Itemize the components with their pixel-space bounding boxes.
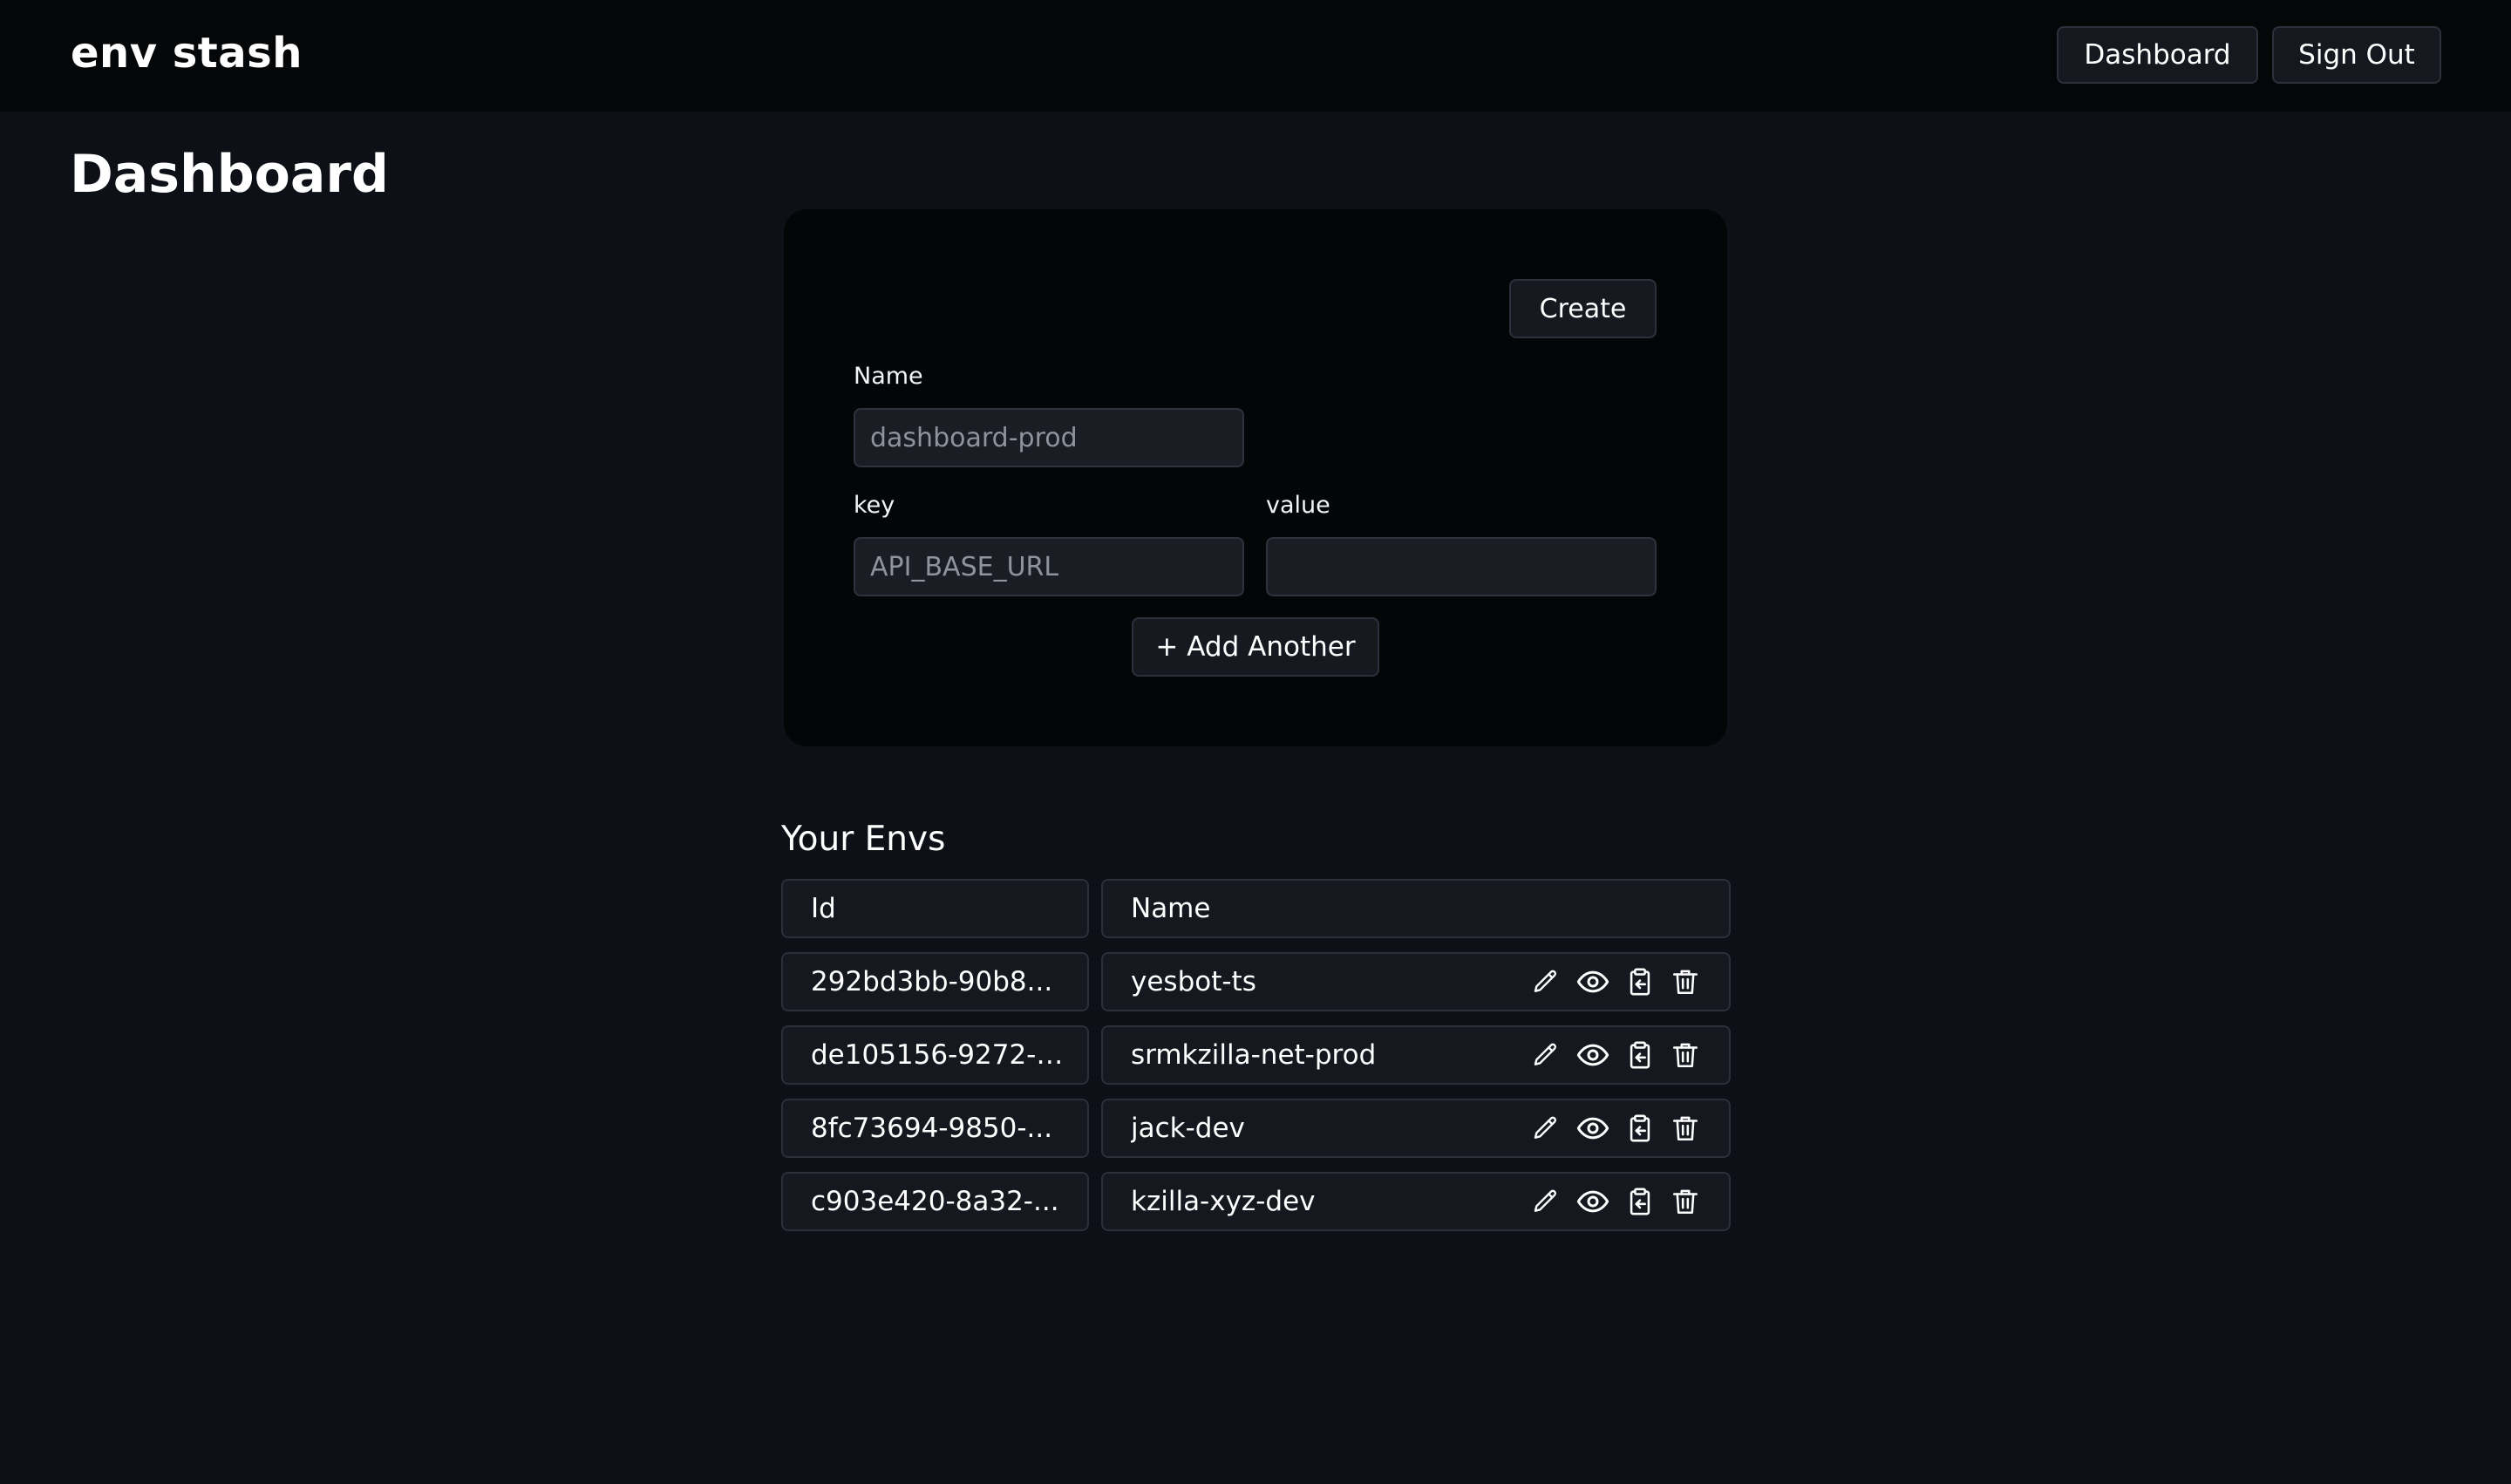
eye-icon[interactable] [1575, 1113, 1610, 1144]
top-navbar: env stash Dashboard Sign Out [0, 0, 2511, 112]
env-name-cell: srmkzilla-net-prod [1101, 1025, 1731, 1085]
value-input[interactable] [1266, 537, 1657, 596]
clipboard-copy-icon[interactable] [1624, 1186, 1656, 1217]
eye-icon[interactable] [1575, 966, 1610, 997]
clipboard-copy-icon[interactable] [1624, 1113, 1656, 1144]
env-id-cell: c903e420-8a32-... [781, 1172, 1089, 1231]
page-title: Dashboard [70, 144, 389, 205]
trash-icon[interactable] [1670, 1113, 1701, 1144]
key-label: key [854, 492, 895, 519]
env-id-cell: 8fc73694-9850-... [781, 1099, 1089, 1158]
trash-icon[interactable] [1670, 1039, 1701, 1071]
trash-icon[interactable] [1670, 966, 1701, 997]
env-id-cell: de105156-9272-4... [781, 1025, 1089, 1085]
pencil-icon[interactable] [1530, 966, 1562, 997]
create-button[interactable]: Create [1509, 279, 1657, 338]
row-actions [1530, 954, 1701, 1010]
clipboard-copy-icon[interactable] [1624, 1039, 1656, 1071]
column-header-name: Name [1101, 879, 1731, 938]
env-name-input[interactable] [854, 408, 1244, 467]
env-name-cell: jack-dev [1101, 1099, 1731, 1158]
sign-out-button[interactable]: Sign Out [2272, 26, 2441, 84]
column-header-id: Id [781, 879, 1089, 938]
create-env-card: Create Name key value + Add Another [784, 209, 1727, 746]
name-label: Name [854, 363, 923, 390]
key-input[interactable] [854, 537, 1244, 596]
value-label: value [1266, 492, 1330, 519]
row-actions [1530, 1027, 1701, 1083]
your-envs-heading: Your Envs [781, 820, 946, 859]
eye-icon[interactable] [1575, 1186, 1610, 1217]
trash-icon[interactable] [1670, 1186, 1701, 1217]
env-name-cell: yesbot-ts [1101, 952, 1731, 1011]
pencil-icon[interactable] [1530, 1113, 1562, 1144]
add-another-button[interactable]: + Add Another [1132, 617, 1379, 677]
row-actions [1530, 1100, 1701, 1156]
brand-logo-text[interactable]: env stash [71, 29, 303, 78]
clipboard-copy-icon[interactable] [1624, 966, 1656, 997]
env-name-cell: kzilla-xyz-dev [1101, 1172, 1731, 1231]
pencil-icon[interactable] [1530, 1186, 1562, 1217]
eye-icon[interactable] [1575, 1039, 1610, 1071]
pencil-icon[interactable] [1530, 1039, 1562, 1071]
row-actions [1530, 1174, 1701, 1229]
nav-dashboard-button[interactable]: Dashboard [2057, 26, 2258, 84]
env-id-cell: 292bd3bb-90b8... [781, 952, 1089, 1011]
